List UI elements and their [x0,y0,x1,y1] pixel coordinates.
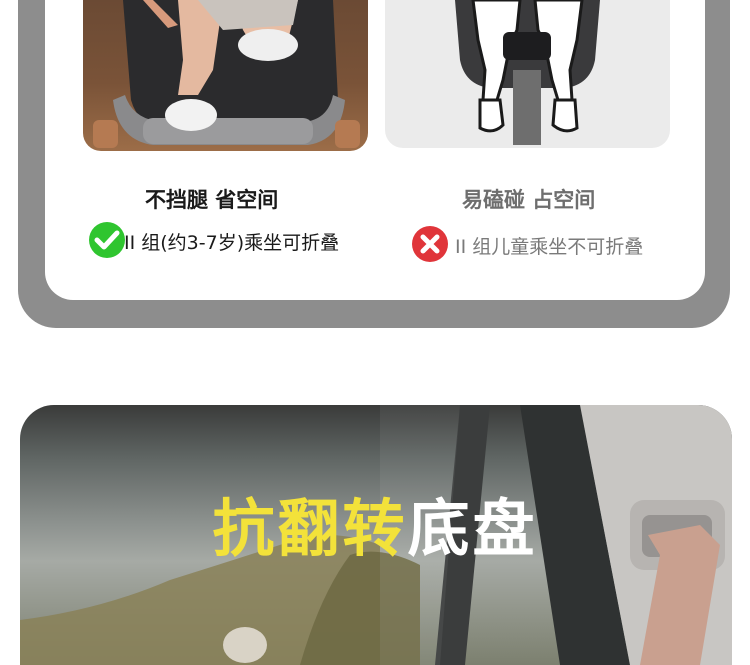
check-circle-icon [88,221,126,259]
product-photo-folded [83,0,368,151]
child-in-seat-illustration [93,0,360,148]
cross-circle-icon [411,225,449,263]
left-caption-title: 不挡腿 省空间 [145,188,279,212]
product-photo-unfolded [385,0,670,148]
headline-rest: 底盘 [407,492,538,565]
right-caption-subtitle: II 组儿童乘坐不可折叠 [455,236,644,258]
right-caption-title: 易磕碰 占空间 [462,188,596,212]
left-caption-subtitle: II 组(约3-7岁)乘坐可折叠 [124,232,340,254]
feature-headline: 抗翻转底盘 [0,478,750,568]
headline-highlight: 抗翻转 [212,492,408,565]
child-legs-illustration [455,0,600,145]
